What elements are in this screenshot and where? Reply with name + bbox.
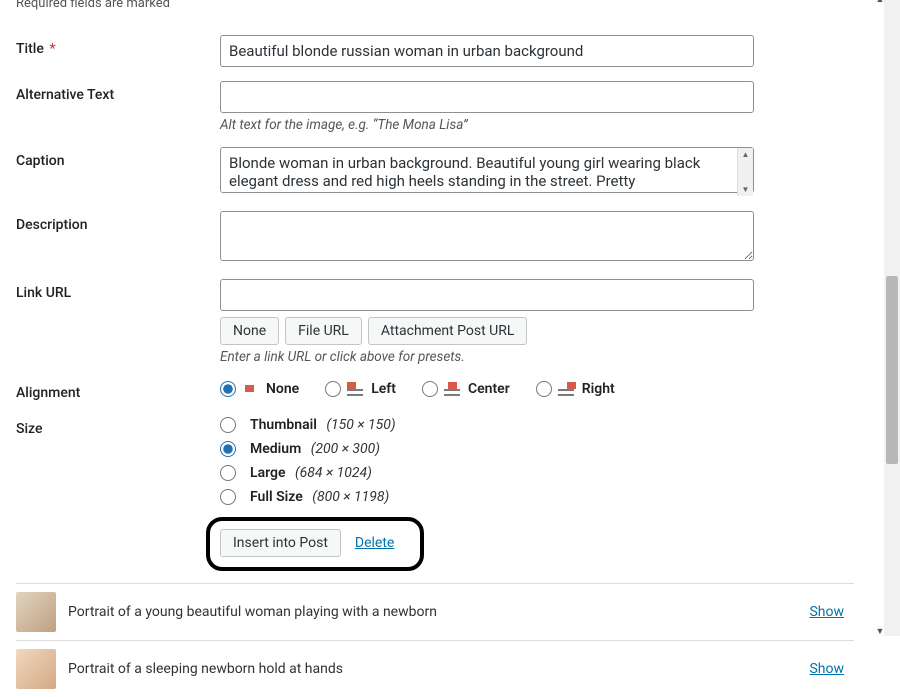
size-medium-dim: (200 × 300) (311, 441, 380, 457)
alignment-right[interactable]: Right (536, 381, 615, 397)
description-textarea[interactable] (220, 211, 754, 261)
alignment-center[interactable]: Center (422, 381, 510, 397)
size-full[interactable]: Full Size (800 × 1198) (220, 489, 854, 505)
align-none-icon (242, 382, 260, 396)
required-fields-notice: Required fields are marked (16, 0, 854, 11)
size-large-radio[interactable] (220, 465, 236, 481)
link-none-button[interactable]: None (220, 317, 279, 345)
size-medium-radio[interactable] (220, 441, 236, 457)
size-medium-name: Medium (250, 441, 301, 457)
insert-into-post-button[interactable]: Insert into Post (220, 529, 341, 557)
size-thumbnail-dim: (150 × 150) (326, 417, 395, 433)
attachment-list: Portrait of a young beautiful woman play… (16, 583, 854, 697)
alignment-center-label: Center (468, 381, 510, 397)
caption-textarea[interactable]: Blonde woman in urban background. Beauti… (220, 147, 754, 193)
size-large-dim: (684 × 1024) (295, 465, 372, 481)
link-attachment-post-url-button[interactable]: Attachment Post URL (368, 317, 528, 345)
delete-link[interactable]: Delete (355, 535, 394, 551)
alignment-left[interactable]: Left (325, 381, 396, 397)
link-file-url-button[interactable]: File URL (285, 317, 362, 345)
link-url-helper: Enter a link URL or click above for pres… (220, 349, 854, 365)
textarea-scrollbar[interactable]: ▲▼ (737, 148, 753, 196)
size-large-name: Large (250, 465, 286, 481)
title-input[interactable] (220, 35, 754, 67)
alt-text-helper: Alt text for the image, e.g. “The Mona L… (220, 117, 854, 133)
page-scrollbar-track[interactable] (884, 0, 900, 636)
size-thumbnail[interactable]: Thumbnail (150 × 150) (220, 417, 854, 433)
alignment-none-label: None (266, 381, 299, 397)
alt-text-input[interactable] (220, 81, 754, 113)
description-label: Description (16, 211, 220, 233)
attachment-show-link[interactable]: Show (809, 604, 844, 620)
attachment-row: Portrait of a sleeping newborn hold at h… (16, 641, 854, 697)
alignment-label: Alignment (16, 379, 220, 401)
alignment-none-radio[interactable] (220, 381, 236, 397)
size-full-radio[interactable] (220, 489, 236, 505)
align-left-icon (347, 382, 365, 396)
title-label: Title * (16, 35, 220, 57)
alignment-right-label: Right (582, 381, 615, 397)
size-medium[interactable]: Medium (200 × 300) (220, 441, 854, 457)
alignment-none[interactable]: None (220, 381, 299, 397)
attachment-show-link[interactable]: Show (809, 661, 844, 677)
alignment-left-radio[interactable] (325, 381, 341, 397)
alignment-right-radio[interactable] (536, 381, 552, 397)
attachment-thumbnail[interactable] (16, 649, 56, 689)
attachment-thumbnail[interactable] (16, 592, 56, 632)
attachment-title: Portrait of a sleeping newborn hold at h… (68, 661, 797, 677)
scrollbar-down-icon[interactable]: ▼ (872, 624, 888, 640)
align-center-icon (444, 382, 462, 396)
size-full-dim: (800 × 1198) (312, 489, 389, 505)
size-label: Size (16, 415, 220, 437)
alt-text-label: Alternative Text (16, 81, 220, 103)
alignment-left-label: Left (371, 381, 396, 397)
size-large[interactable]: Large (684 × 1024) (220, 465, 854, 481)
alignment-center-radio[interactable] (422, 381, 438, 397)
attachment-row: Portrait of a young beautiful woman play… (16, 584, 854, 641)
caption-label: Caption (16, 147, 220, 169)
align-right-icon (558, 382, 576, 396)
page-scrollbar-thumb[interactable] (886, 276, 898, 464)
link-url-input[interactable] (220, 279, 754, 311)
link-url-label: Link URL (16, 279, 220, 301)
size-thumbnail-radio[interactable] (220, 417, 236, 433)
size-thumbnail-name: Thumbnail (250, 417, 317, 433)
attachment-title: Portrait of a young beautiful woman play… (68, 604, 797, 620)
scrollbar-up-icon[interactable]: ▲ (872, 0, 888, 8)
size-full-name: Full Size (250, 489, 303, 505)
